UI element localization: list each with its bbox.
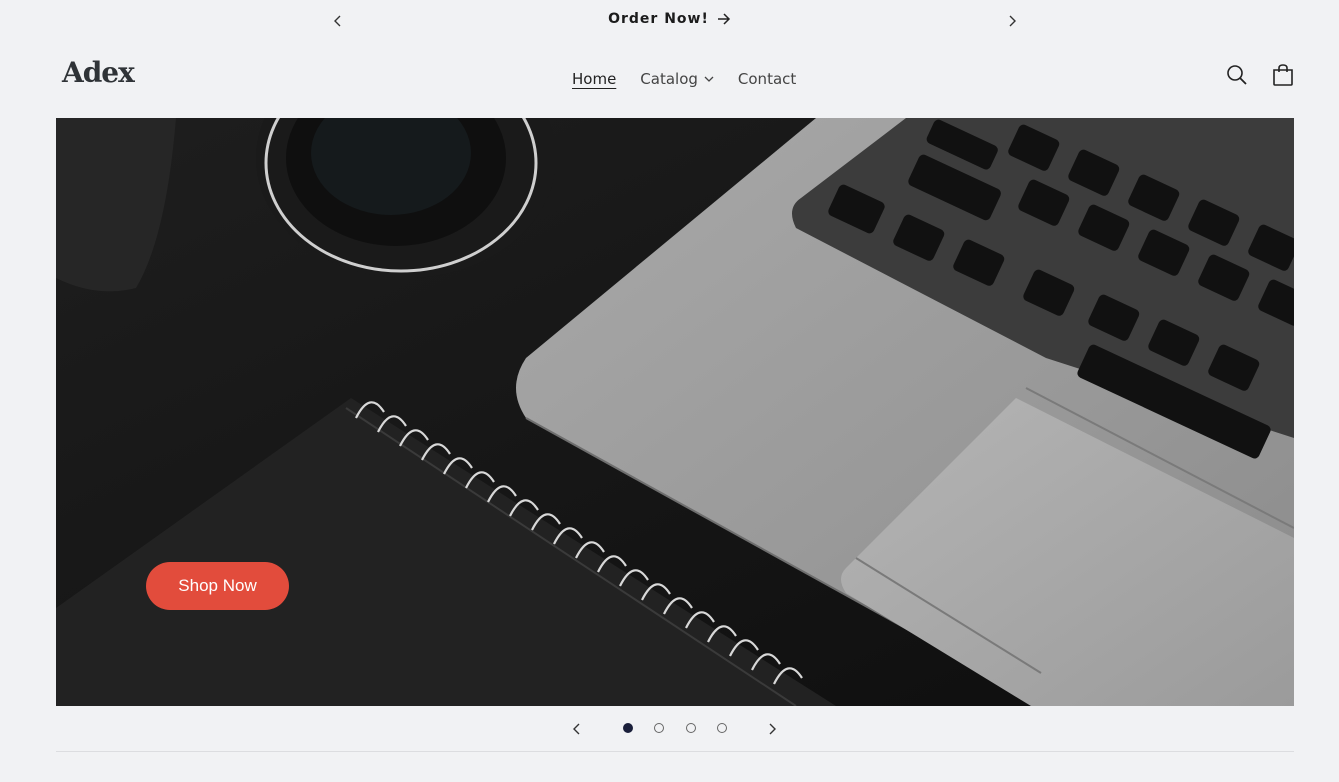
logo[interactable]: Adex [62,56,135,89]
search-icon [1227,65,1247,85]
arrow-right-icon [717,13,730,25]
slide-next-button[interactable] [760,717,784,741]
shop-now-button[interactable]: Shop Now [146,562,289,610]
nav-item-label: Catalog [640,70,698,88]
chevron-right-icon [769,723,776,735]
nav-item-label: Contact [737,70,797,88]
slide-dot-2[interactable] [654,723,664,733]
slide-dot-1[interactable] [623,723,633,733]
slide-dot-4[interactable] [717,723,727,733]
site-header: Adex Home Catalog Contact [0,42,1339,118]
nav-item-label: Home [572,70,617,88]
announcement-text: Order Now! [608,11,709,27]
hero-slide: Shop Now [56,118,1294,706]
chevron-left-icon [573,723,580,735]
slider-controls [0,712,1339,746]
announcement-message: Order Now! [0,11,1339,27]
cart-button[interactable] [1270,62,1296,88]
announcement-link[interactable]: Order Now! [608,11,731,27]
chevron-right-icon [1009,15,1016,27]
section-divider [56,751,1294,752]
announcement-next-button[interactable] [1000,9,1024,33]
search-button[interactable] [1224,62,1250,88]
announcement-bar: Order Now! [0,0,1339,42]
nav-item-catalog[interactable]: Catalog [628,70,726,88]
slide-prev-button[interactable] [565,717,589,741]
slide-dot-3[interactable] [686,723,696,733]
cart-icon [1273,64,1293,86]
chevron-down-icon [704,76,714,82]
nav-item-contact[interactable]: Contact [726,70,808,88]
main-nav: Home Catalog Contact [560,70,808,88]
nav-item-home[interactable]: Home [560,70,628,88]
hero-image [56,118,1294,706]
